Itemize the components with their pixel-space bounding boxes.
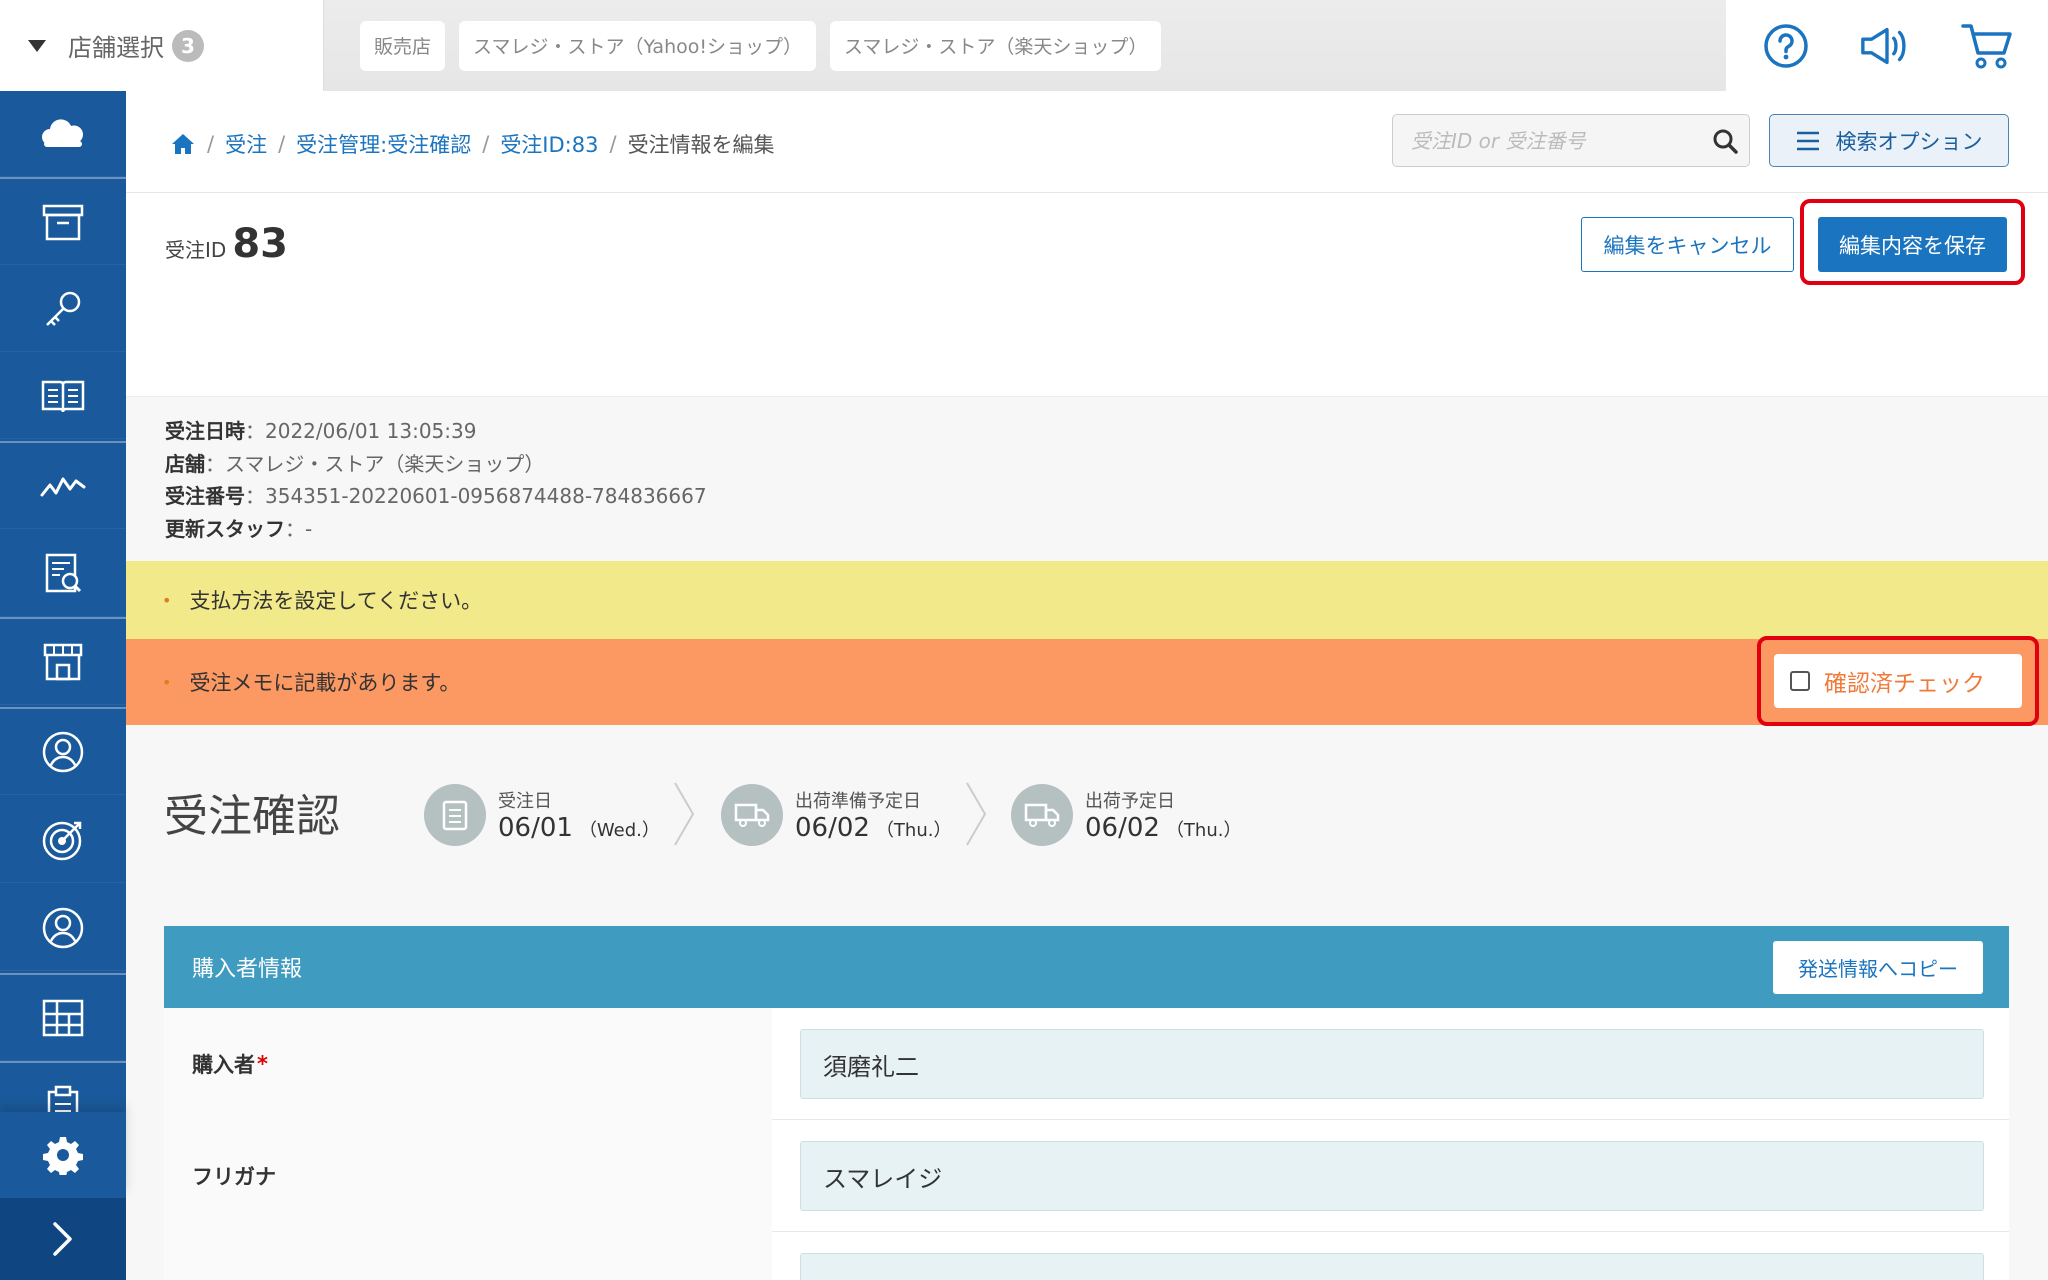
step-prep-date: 出荷準備予定日 06/02 （Thu.） xyxy=(721,784,951,846)
step-ship-date: 出荷予定日 06/02 （Thu.） xyxy=(1011,784,1241,846)
sidebar-item-archive[interactable] xyxy=(0,179,126,265)
meta-order-date: 受注日時：2022/06/01 13:05:39 xyxy=(165,419,477,443)
key-icon xyxy=(46,291,81,326)
payment-alert: • 支払方法を設定してください。 xyxy=(126,561,2048,639)
sidebar xyxy=(0,91,126,1280)
search-options-button[interactable]: 検索オプション xyxy=(1769,114,2009,167)
sidebar-item-cloud[interactable] xyxy=(0,91,126,177)
breadcrumb: / 受注 / 受注管理:受注確認 / 受注ID:83 / 受注情報を編集 xyxy=(170,129,775,159)
grid-icon xyxy=(42,999,84,1036)
order-id-value: 83 xyxy=(232,221,288,267)
cart-icon[interactable] xyxy=(1960,18,2016,74)
checkbox-icon xyxy=(1790,671,1810,691)
book-icon xyxy=(41,380,85,412)
staff-icon xyxy=(42,907,84,948)
store-icon xyxy=(43,643,83,680)
order-id: 受注ID 83 xyxy=(165,221,288,267)
buyer-info-title: 購入者情報 xyxy=(192,957,303,982)
report-icon xyxy=(45,553,82,592)
caret-down-icon xyxy=(28,39,46,52)
search-box xyxy=(1392,114,1750,167)
truck-icon xyxy=(1011,784,1073,846)
breadcrumb-order-id[interactable]: 受注ID:83 xyxy=(500,129,598,159)
cancel-edit-button[interactable]: 編集をキャンセル xyxy=(1581,217,1794,272)
payment-alert-text: 支払方法を設定してください。 xyxy=(189,589,483,613)
buyer-kana-row: フリガナ xyxy=(164,1120,2009,1232)
sidebar-settings[interactable] xyxy=(0,1112,126,1198)
buyer-name-label: 購入者 * xyxy=(164,1008,772,1120)
customer-icon xyxy=(42,731,84,772)
cloud-icon xyxy=(42,118,84,147)
breadcrumb-order[interactable]: 受注 xyxy=(225,129,267,159)
truck-icon xyxy=(721,784,783,846)
memo-alert-text: 受注メモに記載があります。 xyxy=(189,671,461,695)
breadcrumb-order-management[interactable]: 受注管理:受注確認 xyxy=(296,129,471,159)
buyer-kana-field[interactable] xyxy=(800,1141,1984,1211)
sidebar-item-book[interactable] xyxy=(0,353,126,439)
analytics-icon xyxy=(40,477,86,496)
breadcrumb-current: 受注情報を編集 xyxy=(627,133,775,157)
sidebar-item-store[interactable] xyxy=(0,619,126,705)
sidebar-expand[interactable] xyxy=(0,1198,126,1280)
menu-icon xyxy=(1796,131,1819,150)
top-icons xyxy=(1726,0,2048,91)
save-edit-button[interactable]: 編集内容を保存 xyxy=(1818,217,2007,272)
buyer-name-field[interactable] xyxy=(800,1029,1984,1099)
order-meta: 受注日時：2022/06/01 13:05:39 店舗：スマレジ・ストア（楽天シ… xyxy=(165,415,707,545)
buyer-name-row: 購入者 * xyxy=(164,1008,2009,1120)
store-count-badge: 3 xyxy=(172,29,204,62)
search-icon[interactable] xyxy=(1701,115,1749,166)
buyer-kana-label: フリガナ xyxy=(164,1120,772,1232)
store-select-dropdown[interactable]: 店舗選択 3 xyxy=(0,0,324,91)
sidebar-item-staff[interactable] xyxy=(0,885,126,971)
archive-icon xyxy=(42,204,84,240)
document-icon xyxy=(424,784,486,846)
chevron-right-icon xyxy=(674,782,695,846)
top-bar: 店舗選択 3 販売店 スマレジ・ストア（Yahoo!ショップ） スマレジ・ストア… xyxy=(0,0,2048,91)
buyer-info-header: 購入者情報 発送情報へコピー xyxy=(164,926,2009,1008)
store-tabs: 販売店 スマレジ・ストア（Yahoo!ショップ） スマレジ・ストア（楽天ショップ… xyxy=(324,0,1726,91)
order-header: 受注ID 83 編集をキャンセル 編集内容を保存 xyxy=(126,193,2048,397)
sidebar-item-target[interactable] xyxy=(0,797,126,883)
store-tab-yahoo[interactable]: スマレジ・ストア（Yahoo!ショップ） xyxy=(459,20,816,71)
confirm-checkbox[interactable]: 確認済チェック xyxy=(1774,654,2022,708)
chevron-right-icon xyxy=(53,1222,72,1256)
order-id-label: 受注ID xyxy=(165,238,227,262)
announcement-icon[interactable] xyxy=(1859,18,1915,74)
breadcrumb-bar: / 受注 / 受注管理:受注確認 / 受注ID:83 / 受注情報を編集 検索オ… xyxy=(126,91,2048,193)
target-icon xyxy=(42,821,82,860)
help-icon[interactable] xyxy=(1758,18,1814,74)
copy-to-shipping-button[interactable]: 発送情報へコピー xyxy=(1773,941,1983,994)
sidebar-item-grid[interactable] xyxy=(0,975,126,1061)
buyer-phone-label xyxy=(164,1232,772,1280)
sidebar-item-key[interactable] xyxy=(0,266,126,352)
meta-order-number: 受注番号：354351-20220601-0956874488-78483666… xyxy=(165,484,707,508)
sidebar-item-report[interactable] xyxy=(0,531,126,617)
home-icon[interactable] xyxy=(170,132,196,156)
buyer-phone-row xyxy=(164,1232,2009,1280)
search-options-label: 検索オプション xyxy=(1835,129,1983,154)
store-tab-rakuten[interactable]: スマレジ・ストア（楽天ショップ） xyxy=(830,20,1162,71)
main-content: / 受注 / 受注管理:受注確認 / 受注ID:83 / 受注情報を編集 検索オ… xyxy=(126,91,2048,1280)
gear-icon xyxy=(43,1137,83,1175)
buyer-phone-field[interactable] xyxy=(800,1253,1984,1280)
store-select-label: 店舗選択 xyxy=(68,34,164,62)
chevron-right-icon xyxy=(966,782,987,846)
sidebar-item-analytics[interactable] xyxy=(0,443,126,529)
buyer-info-card: 購入者情報 発送情報へコピー 購入者* フリガナ xyxy=(164,926,2009,1280)
meta-staff: 更新スタッフ：- xyxy=(165,516,313,541)
meta-store: 店舗：スマレジ・ストア（楽天ショップ） xyxy=(165,451,545,476)
sidebar-item-customer[interactable] xyxy=(0,709,126,795)
search-input[interactable] xyxy=(1393,115,1701,166)
status-title: 受注確認 xyxy=(164,791,340,842)
step-order-date: 受注日 06/01 （Wed.） xyxy=(424,784,660,846)
store-tab-retail[interactable]: 販売店 xyxy=(360,20,446,71)
confirm-checkbox-label: 確認済チェック xyxy=(1824,671,1985,697)
